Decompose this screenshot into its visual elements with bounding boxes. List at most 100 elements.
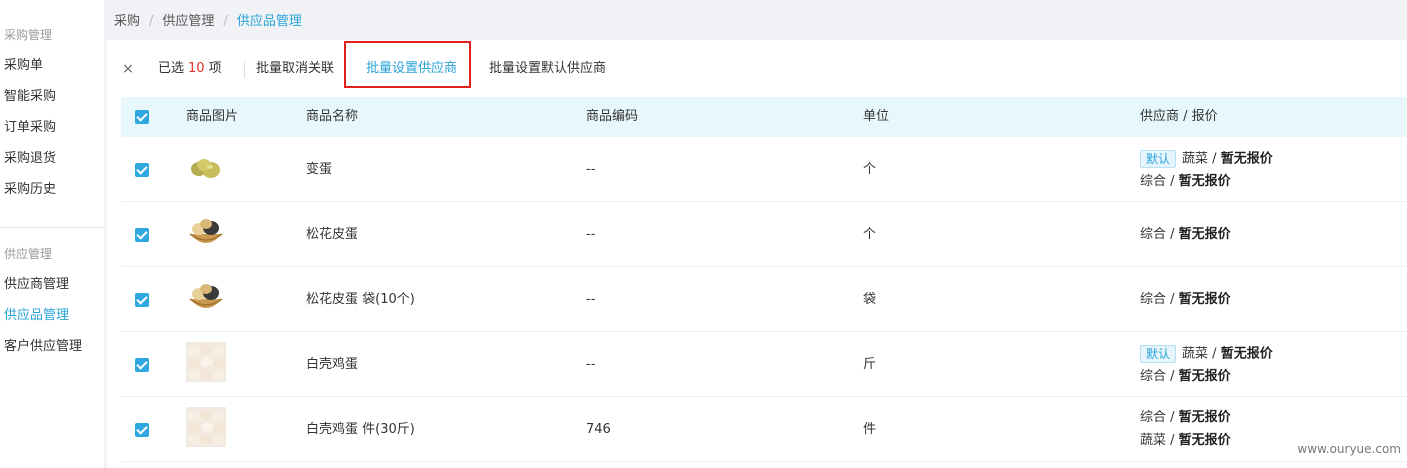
breadcrumb-separator: / bbox=[223, 14, 228, 29]
selected-suffix: 项 bbox=[208, 61, 222, 76]
row-checkbox[interactable] bbox=[135, 228, 149, 242]
product-thumbnail-century-egg bbox=[189, 219, 223, 243]
selected-count-text: 已选 10 项 bbox=[158, 61, 222, 77]
supplier-separator: / bbox=[1166, 433, 1179, 448]
sidebar-group-supply: 供应管理 供应商管理 供应品管理 客户供应管理 bbox=[0, 228, 104, 370]
product-name: 松花皮蛋 袋(10个) bbox=[306, 292, 415, 307]
product-unit: 斤 bbox=[863, 357, 877, 372]
product-unit: 袋 bbox=[863, 292, 877, 307]
toolbar-divider bbox=[244, 61, 245, 78]
row-checkbox[interactable] bbox=[135, 423, 149, 437]
supplier-separator: / bbox=[1166, 410, 1179, 425]
breadcrumb: 采购 / 供应管理 / 供应品管理 bbox=[114, 12, 302, 32]
product-unit: 件 bbox=[863, 422, 877, 437]
supplier-price-line: 综合 / 暂无报价 bbox=[1140, 227, 1231, 243]
supplier-name: 综合 bbox=[1140, 227, 1167, 242]
table-row[interactable]: 松花皮蛋 -- 个 综合 / 暂无报价 bbox=[121, 202, 1407, 267]
row-checkbox[interactable] bbox=[135, 358, 149, 372]
supplier-price: 暂无报价 bbox=[1178, 227, 1231, 242]
table-header: 商品图片 商品名称 商品编码 单位 供应商 / 报价 bbox=[121, 97, 1407, 137]
close-icon[interactable]: × bbox=[121, 61, 135, 77]
product-thumbnail-white-egg-case bbox=[186, 407, 226, 447]
product-code: -- bbox=[586, 357, 596, 372]
table-row[interactable]: 松花皮蛋 袋(10个) -- 袋 综合 / 暂无报价 bbox=[121, 267, 1407, 332]
product-thumbnail-century-egg-bag bbox=[189, 284, 223, 308]
supplier-price-line: 默认 蔬菜 / 暂无报价 bbox=[1140, 345, 1273, 363]
header-unit: 单位 bbox=[863, 109, 890, 124]
supplier-separator: / bbox=[1166, 227, 1179, 242]
sidebar-item-purchase-return[interactable]: 采购退货 bbox=[0, 151, 104, 182]
supplier-separator: / bbox=[1208, 346, 1221, 362]
supplier-price-line: 综合 / 暂无报价 bbox=[1140, 174, 1231, 190]
supplier-price: 暂无报价 bbox=[1178, 174, 1231, 189]
supplier-separator: / bbox=[1166, 369, 1179, 384]
product-thumbnail-white-egg bbox=[186, 342, 226, 382]
supplier-name: 综合 bbox=[1140, 410, 1167, 425]
header-name: 商品名称 bbox=[306, 109, 359, 124]
product-unit: 个 bbox=[863, 162, 877, 177]
supplier-price: 暂无报价 bbox=[1178, 433, 1231, 448]
sidebar-group-title: 采购管理 bbox=[4, 28, 53, 42]
product-thumbnail-preserved-egg bbox=[191, 159, 220, 178]
supplier-separator: / bbox=[1166, 174, 1179, 189]
supplier-name: 蔬菜 bbox=[1182, 151, 1209, 167]
product-name: 白壳鸡蛋 件(30斤) bbox=[306, 422, 415, 437]
table-row[interactable]: 白壳鸡蛋 -- 斤 默认 蔬菜 / 暂无报价 综合 / 暂无报价 bbox=[121, 332, 1407, 397]
supplier-price-line: 默认 蔬菜 / 暂无报价 bbox=[1140, 150, 1273, 168]
supplier-name: 综合 bbox=[1140, 292, 1167, 307]
supplier-name: 综合 bbox=[1140, 369, 1167, 384]
watermark-text: www.ouryue.com bbox=[1297, 442, 1401, 456]
selected-count: 10 bbox=[188, 61, 205, 76]
highlight-annotation-box bbox=[344, 41, 471, 88]
batch-unlink-button[interactable]: 批量取消关联 bbox=[256, 61, 334, 77]
breadcrumb-separator: / bbox=[149, 14, 154, 29]
product-code: 746 bbox=[586, 422, 611, 437]
product-code: -- bbox=[586, 162, 596, 177]
supplier-price: 暂无报价 bbox=[1220, 346, 1273, 362]
header-image: 商品图片 bbox=[186, 109, 239, 124]
breadcrumb-item-supply[interactable]: 供应管理 bbox=[162, 14, 214, 29]
batch-toolbar: × 已选 10 项 批量取消关联 批量设置供应商 批量设置默认供应商 bbox=[107, 40, 1407, 97]
product-unit: 个 bbox=[863, 227, 877, 242]
supplier-price: 暂无报价 bbox=[1178, 369, 1231, 384]
supplier-price-line: 综合 / 暂无报价 bbox=[1140, 292, 1231, 308]
batch-set-default-supplier-button[interactable]: 批量设置默认供应商 bbox=[489, 61, 606, 77]
supplier-price: 暂无报价 bbox=[1178, 410, 1231, 425]
supplier-name: 蔬菜 bbox=[1140, 433, 1167, 448]
header-code: 商品编码 bbox=[586, 109, 639, 124]
sidebar-item-purchase-order[interactable]: 采购单 bbox=[0, 58, 104, 89]
sidebar-item-smart-purchase[interactable]: 智能采购 bbox=[0, 89, 104, 120]
supplier-name: 蔬菜 bbox=[1182, 346, 1209, 362]
default-badge: 默认 bbox=[1140, 345, 1177, 363]
supplier-price: 暂无报价 bbox=[1178, 292, 1231, 307]
supplier-price-line: 蔬菜 / 暂无报价 bbox=[1140, 433, 1231, 449]
product-name: 松花皮蛋 bbox=[306, 227, 359, 242]
supplier-price-line: 综合 / 暂无报价 bbox=[1140, 369, 1231, 385]
sidebar-item-customer-supply-management[interactable]: 客户供应管理 bbox=[0, 339, 104, 370]
row-checkbox[interactable] bbox=[135, 293, 149, 307]
default-badge: 默认 bbox=[1140, 150, 1177, 168]
product-name: 变蛋 bbox=[306, 162, 333, 177]
product-name: 白壳鸡蛋 bbox=[306, 357, 359, 372]
header-supplier-price: 供应商 / 报价 bbox=[1140, 109, 1218, 124]
breadcrumb-item-purchase[interactable]: 采购 bbox=[114, 14, 140, 29]
sidebar-group-purchase: 采购管理 采购单 智能采购 订单采购 采购退货 采购历史 bbox=[0, 0, 104, 213]
sidebar: 采购管理 采购单 智能采购 订单采购 采购退货 采购历史 供应管理 供应商管理 … bbox=[0, 0, 104, 468]
sidebar-item-purchase-history[interactable]: 采购历史 bbox=[0, 182, 104, 213]
table-row[interactable]: 变蛋 -- 个 默认 蔬菜 / 暂无报价 综合 / 暂无报价 bbox=[121, 137, 1407, 202]
supplier-name: 综合 bbox=[1140, 174, 1167, 189]
main-panel: × 已选 10 项 批量取消关联 批量设置供应商 批量设置默认供应商 商品图片 商品… bbox=[107, 40, 1407, 468]
supplier-price-line: 综合 / 暂无报价 bbox=[1140, 410, 1231, 426]
sidebar-group-title: 供应管理 bbox=[4, 247, 53, 261]
row-checkbox[interactable] bbox=[135, 163, 149, 177]
select-all-checkbox[interactable] bbox=[135, 110, 149, 124]
breadcrumb-item-current: 供应品管理 bbox=[236, 14, 302, 29]
sidebar-item-supplier-management[interactable]: 供应商管理 bbox=[0, 277, 104, 308]
table-row[interactable]: 白壳鸡蛋 件(30斤) 746 件 综合 / 暂无报价 蔬菜 / 暂无报价 bbox=[121, 397, 1407, 462]
sidebar-item-order-purchase[interactable]: 订单采购 bbox=[0, 120, 104, 151]
sidebar-item-supply-goods-management[interactable]: 供应品管理 bbox=[0, 308, 104, 339]
supplier-price: 暂无报价 bbox=[1220, 151, 1273, 167]
selected-prefix: 已选 bbox=[158, 61, 185, 76]
supplier-separator: / bbox=[1208, 151, 1221, 167]
product-code: -- bbox=[586, 292, 596, 307]
